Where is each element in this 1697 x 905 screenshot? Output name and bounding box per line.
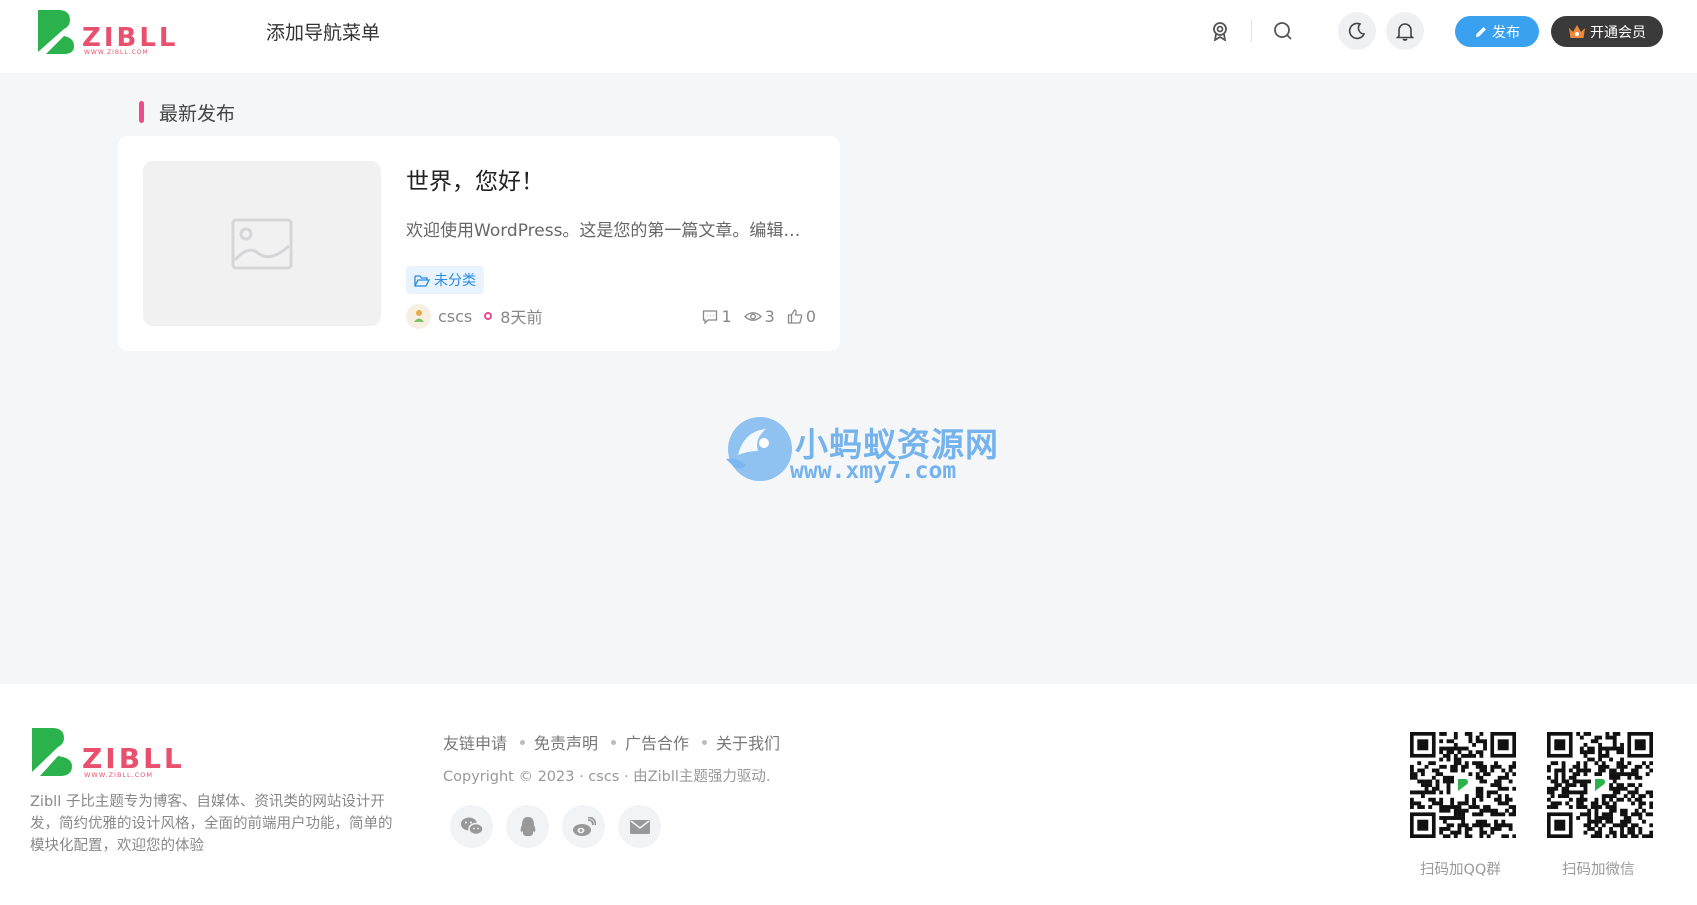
badge-icon[interactable] — [1208, 19, 1232, 43]
author-avatar[interactable] — [406, 303, 431, 329]
category-label: 未分类 — [434, 273, 476, 289]
eye-icon — [743, 311, 762, 321]
qq-qrcode-label: 扫码加QQ群 — [1420, 862, 1501, 878]
search-icon[interactable] — [1271, 19, 1295, 43]
wechat-icon — [460, 817, 484, 836]
publish-label: 发布 — [1492, 24, 1520, 41]
wechat-button[interactable] — [450, 805, 493, 848]
view-count-value: 3 — [764, 306, 775, 326]
post-stats: 1 3 0 — [702, 303, 816, 329]
image-placeholder-icon — [231, 218, 293, 269]
footer-logo[interactable]: ZIBLL WWW.ZIBLL.COM — [30, 726, 190, 780]
add-nav-menu-link[interactable]: 添加导航菜单 — [266, 18, 380, 45]
svg-text:WWW.ZIBLL.COM: WWW.ZIBLL.COM — [84, 49, 149, 56]
site-footer: ZIBLL WWW.ZIBLL.COM Zibll 子比主题专为博客、自媒体、资… — [0, 684, 1697, 905]
link-separator — [702, 739, 708, 745]
pencil-icon — [1476, 26, 1486, 37]
view-count: 3 — [743, 306, 775, 326]
weibo-icon — [572, 816, 596, 836]
footer-link-disclaimer[interactable]: 免责声明 — [534, 730, 598, 754]
post-card[interactable]: 世界，您好！ 欢迎使用WordPress。这是您的第一篇文章。编辑… 未分类 c… — [118, 136, 840, 351]
post-title[interactable]: 世界，您好！ — [406, 162, 544, 196]
footer-logo-subtext: WWW.ZIBLL.COM — [84, 771, 153, 779]
crown-icon — [1569, 24, 1585, 38]
link-separator — [611, 739, 617, 745]
watermark-text-en: www.xmy7.com — [790, 458, 957, 484]
site-logo[interactable]: ZIBLL WWW.ZIBLL.COM — [36, 8, 186, 56]
footer-link-friend[interactable]: 友链申请 — [443, 730, 507, 754]
site-header: ZIBLL WWW.ZIBLL.COM 添加导航菜单 发布 开通会员 — [0, 0, 1697, 73]
comment-count[interactable]: 1 — [702, 306, 732, 326]
qq-group-qrcode — [1410, 732, 1517, 839]
post-meta: cscs 8天前 — [406, 303, 542, 329]
footer-description: Zibll 子比主题专为博客、自媒体、资讯类的网站设计开发，简约优雅的设计风格，… — [30, 794, 393, 854]
vip-label: 开通会员 — [1590, 24, 1646, 41]
footer-link-about[interactable]: 关于我们 — [716, 730, 780, 754]
email-icon — [629, 819, 650, 834]
folder-icon — [414, 274, 430, 287]
wechat-qrcode — [1547, 732, 1654, 839]
notification-button[interactable] — [1386, 12, 1424, 50]
wechat-qrcode-label: 扫码加微信 — [1562, 862, 1635, 878]
comment-icon — [703, 309, 718, 324]
like-count[interactable]: 0 — [787, 307, 816, 326]
meta-separator — [484, 312, 493, 320]
thumbs-up-icon — [787, 308, 803, 324]
author-name[interactable]: cscs — [438, 307, 472, 326]
post-thumbnail[interactable] — [143, 161, 381, 326]
post-excerpt: 欢迎使用WordPress。这是您的第一篇文章。编辑… — [406, 221, 801, 241]
social-buttons — [450, 805, 661, 848]
publish-button[interactable]: 发布 — [1455, 16, 1539, 47]
header-divider — [1251, 20, 1252, 42]
comment-count-value: 1 — [721, 306, 732, 326]
footer-links: 友链申请 免责声明 广告合作 关于我们 — [443, 730, 780, 754]
dark-mode-toggle[interactable] — [1338, 12, 1376, 50]
email-button[interactable] — [618, 805, 661, 848]
watermark-logo — [724, 415, 794, 485]
link-separator — [520, 739, 526, 745]
weibo-button[interactable] — [562, 805, 605, 848]
post-time: 8天前 — [500, 308, 543, 327]
section-title-bar — [139, 101, 144, 123]
section-title: 最新发布 — [159, 103, 236, 125]
vip-button[interactable]: 开通会员 — [1551, 16, 1663, 47]
qq-button[interactable] — [506, 805, 549, 848]
bell-icon — [1396, 22, 1414, 41]
footer-link-ads[interactable]: 广告合作 — [625, 730, 689, 754]
copyright: Copyright © 2023 · cscs · 由Zibll主题强力驱动. — [443, 769, 771, 785]
category-tag[interactable]: 未分类 — [406, 266, 484, 294]
qq-icon — [520, 816, 535, 836]
moon-icon — [1348, 22, 1366, 40]
like-count-value: 0 — [805, 306, 816, 326]
